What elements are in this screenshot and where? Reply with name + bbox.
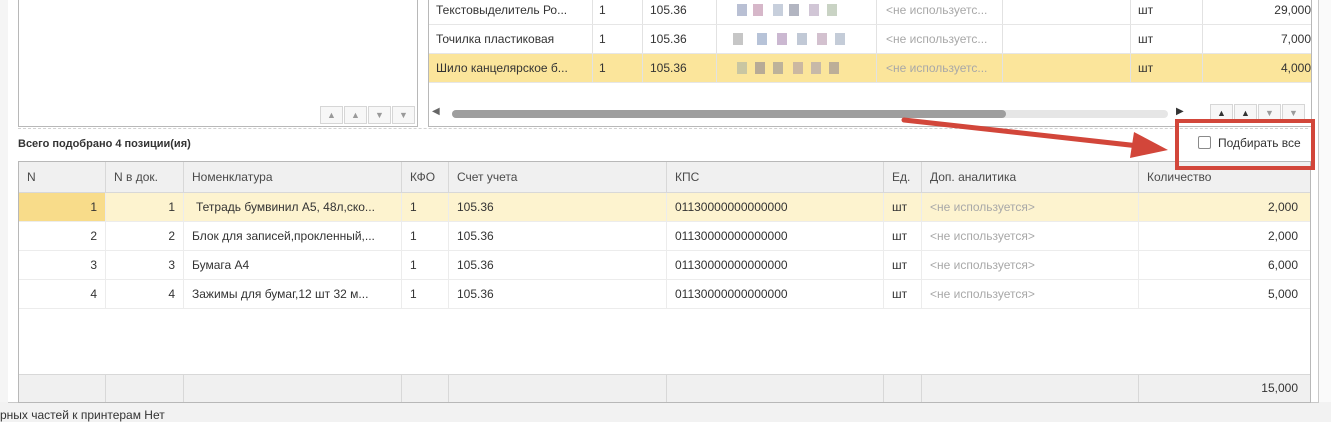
table-footer: 15,000 bbox=[19, 374, 1310, 402]
cell-analytics: <не используется> bbox=[921, 251, 1138, 279]
cell-account: 105.36 bbox=[448, 280, 666, 308]
table-row[interactable]: Текстовыделитель Ро... 1 105.36 <не испо… bbox=[429, 0, 1311, 25]
cell-analytics: <не используется> bbox=[921, 222, 1138, 250]
cell-analytics: <не используетс... bbox=[876, 54, 1012, 82]
cell-account: 105.36 bbox=[642, 0, 724, 24]
group-list-nav: ▲ ▲ ▼ ▼ bbox=[320, 106, 416, 126]
table-header: N N в док. Номенклатура КФО Счет учета К… bbox=[19, 162, 1310, 193]
cell-unit: шт bbox=[1130, 54, 1210, 82]
cell-n-doc: 4 bbox=[105, 280, 183, 308]
cell-kps: 01130000000000000 bbox=[666, 222, 883, 250]
cell-n: 3 bbox=[90, 258, 97, 272]
cell-account: 105.36 bbox=[448, 222, 666, 250]
cell-account: 105.36 bbox=[448, 193, 666, 221]
cell-account: 105.36 bbox=[642, 54, 724, 82]
quantity-total: 15,000 bbox=[1261, 381, 1298, 395]
cell-analytics: <не используется> bbox=[921, 280, 1138, 308]
table-row-selected[interactable]: 1 1 Тетрадь бумвинил А5, 48л,ско... 1 10… bbox=[19, 193, 1310, 222]
scroll-left-icon[interactable]: ◀ bbox=[432, 106, 440, 117]
cell-kps: 01130000000000000 bbox=[666, 193, 883, 221]
cell-quantity: 6,000 bbox=[1138, 251, 1310, 279]
cell-name: Шило канцелярское б... bbox=[436, 61, 568, 75]
cell-empty bbox=[1002, 54, 1131, 82]
cell-quantity: 5,000 bbox=[1138, 280, 1310, 308]
cell-name: Точилка пластиковая bbox=[436, 32, 555, 46]
cell-quantity: 2,000 bbox=[1138, 222, 1310, 250]
cell-kps: 01130000000000000 bbox=[666, 251, 883, 279]
cell-kfo: 1 bbox=[401, 280, 448, 308]
cell-analytics: <не используется> bbox=[921, 193, 1138, 221]
cell-kfo: 1 bbox=[592, 0, 649, 24]
background-window-bottom bbox=[0, 402, 1331, 422]
page-up-icon[interactable]: ▲ bbox=[344, 106, 367, 124]
cell-kfo: 1 bbox=[401, 193, 448, 221]
cell-nomenclature: Зажимы для бумаг,12 шт 32 м... bbox=[183, 280, 401, 308]
cell-name: Текстовыделитель Ро... bbox=[436, 3, 568, 17]
cell-empty bbox=[1002, 0, 1131, 24]
cell-n-doc: 1 bbox=[105, 193, 183, 221]
cell-nomenclature: Бумага А4 bbox=[183, 251, 401, 279]
column-header-unit[interactable]: Ед. bbox=[883, 162, 921, 192]
cell-unit: шт bbox=[1130, 0, 1210, 24]
cell-n: 4 bbox=[90, 287, 97, 301]
cell-unit: шт bbox=[883, 280, 921, 308]
cell-analytics: <не используетс... bbox=[876, 25, 1012, 53]
column-header-account[interactable]: Счет учета bbox=[448, 162, 666, 192]
cell-account: 105.36 bbox=[642, 25, 724, 53]
cell-kfo: 1 bbox=[401, 222, 448, 250]
cell-quantity: 2,000 bbox=[1138, 193, 1310, 221]
cell-n-doc: 3 bbox=[105, 251, 183, 279]
selected-items-table: N N в док. Номенклатура КФО Счет учета К… bbox=[18, 161, 1311, 403]
page-down-icon[interactable]: ▼ bbox=[368, 106, 391, 124]
column-header-kfo[interactable]: КФО bbox=[401, 162, 448, 192]
cell-kps-obscured bbox=[716, 25, 877, 53]
cell-empty bbox=[1002, 25, 1131, 53]
last-page-icon[interactable]: ▼ bbox=[392, 106, 415, 124]
cell-n-doc: 2 bbox=[105, 222, 183, 250]
cell-kps-obscured bbox=[716, 0, 877, 24]
table-row[interactable]: 2 2 Блок для записей,прокленный,... 1 10… bbox=[19, 222, 1310, 251]
cell-analytics: <не используетс... bbox=[876, 0, 1012, 24]
cell-qty: 4,000 bbox=[1202, 54, 1311, 82]
column-header-analytics[interactable]: Доп. аналитика bbox=[921, 162, 1138, 192]
cell-kfo: 1 bbox=[401, 251, 448, 279]
annotation-highlight-box bbox=[1175, 119, 1315, 170]
cell-kps: 01130000000000000 bbox=[666, 280, 883, 308]
cell-kfo: 1 bbox=[592, 54, 649, 82]
cell-qty: 29,000 bbox=[1202, 0, 1311, 24]
cell-n: 1 bbox=[19, 193, 105, 221]
background-text: рных частей к принтерам Нет bbox=[0, 408, 165, 422]
cell-unit: шт bbox=[883, 193, 921, 221]
first-page-icon[interactable]: ▲ bbox=[320, 106, 343, 124]
table-row-selected[interactable]: Шило канцелярское б... 1 105.36 <не испо… bbox=[429, 54, 1311, 83]
cell-kfo: 1 bbox=[592, 25, 649, 53]
annotation-arrow-icon bbox=[901, 117, 1168, 158]
column-header-n-doc[interactable]: N в док. bbox=[105, 162, 183, 192]
cell-account: 105.36 bbox=[448, 251, 666, 279]
table-row[interactable]: Точилка пластиковая 1 105.36 <не использ… bbox=[429, 25, 1311, 54]
cell-unit: шт bbox=[883, 222, 921, 250]
table-row[interactable]: 3 3 Бумага А4 1 105.36 01130000000000000… bbox=[19, 251, 1310, 280]
column-header-n[interactable]: N bbox=[19, 162, 105, 192]
column-header-nomenclature[interactable]: Номенклатура bbox=[183, 162, 401, 192]
cell-kps-obscured bbox=[716, 54, 877, 82]
selected-count-label: Всего подобрано 4 позиции(ия) bbox=[18, 138, 191, 150]
cell-n: 2 bbox=[90, 229, 97, 243]
cell-unit: шт bbox=[1130, 25, 1210, 53]
cell-nomenclature: Блок для записей,прокленный,... bbox=[183, 222, 401, 250]
background-window-right bbox=[1318, 0, 1331, 422]
table-row[interactable]: 4 4 Зажимы для бумаг,12 шт 32 м... 1 105… bbox=[19, 280, 1310, 309]
column-header-kps[interactable]: КПС bbox=[666, 162, 883, 192]
cell-qty: 7,000 bbox=[1202, 25, 1311, 53]
cell-nomenclature: Тетрадь бумвинил А5, 48л,ско... bbox=[183, 193, 401, 221]
cell-unit: шт bbox=[883, 251, 921, 279]
